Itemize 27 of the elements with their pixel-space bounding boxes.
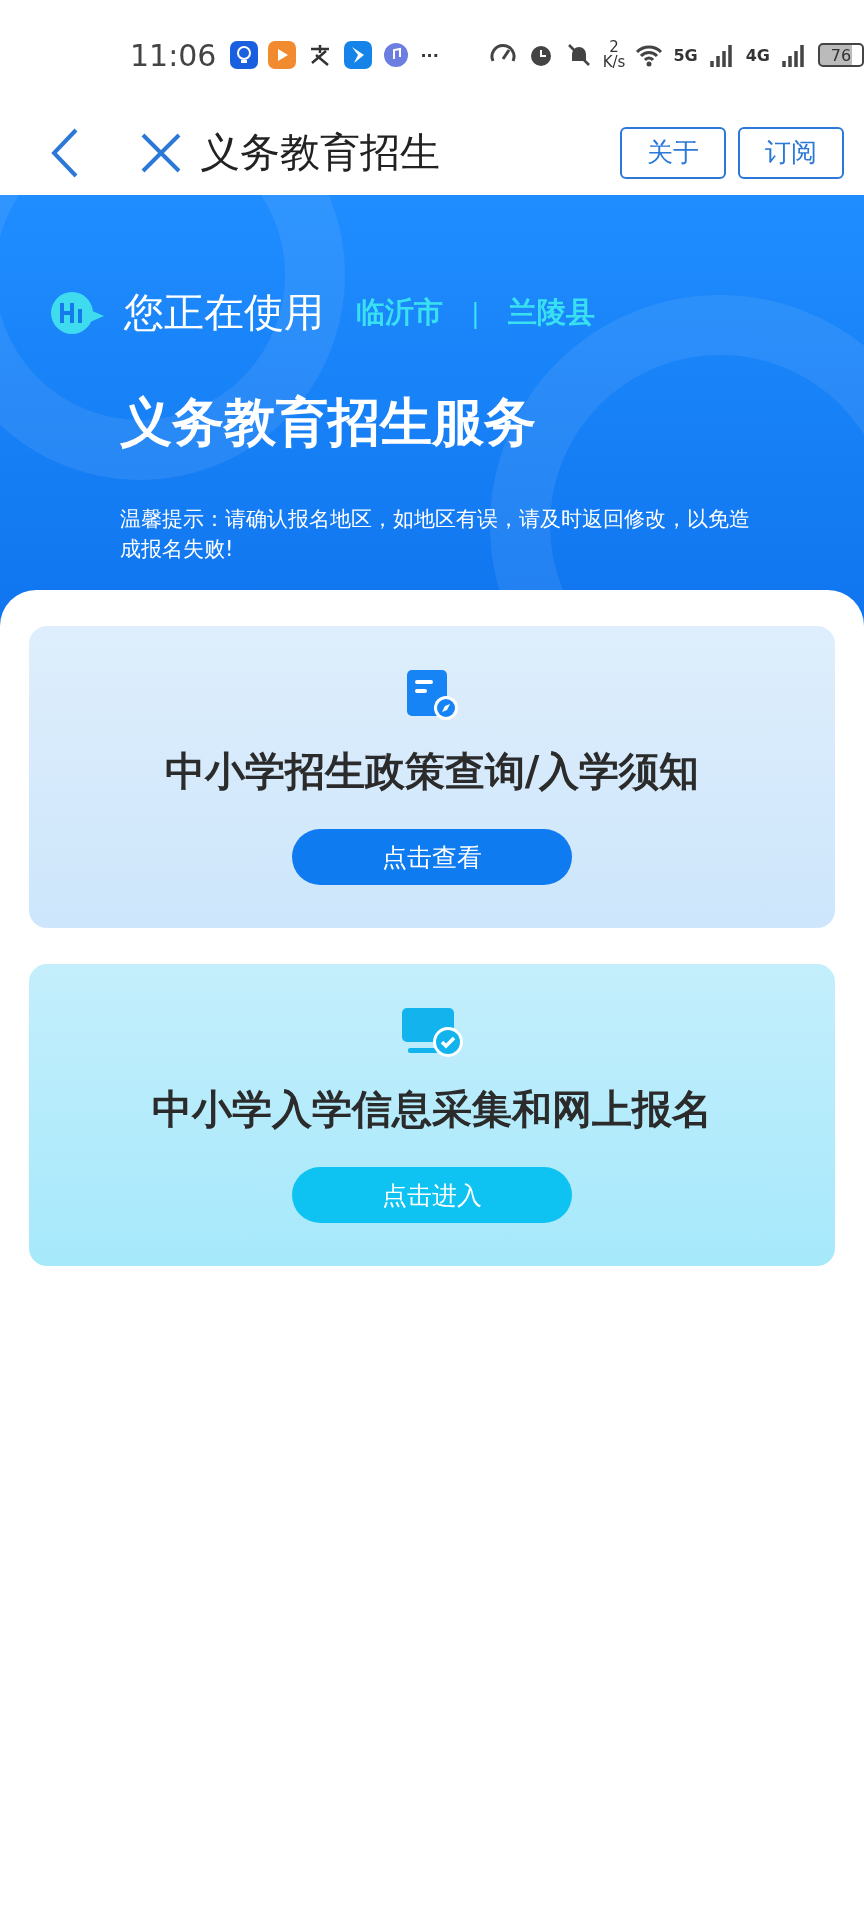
battery-level: 76	[817, 43, 864, 67]
music-app-icon	[382, 41, 411, 69]
greeting-text: 您正在使用	[124, 288, 324, 337]
header-button[interactable]: 订阅	[738, 126, 844, 179]
status-time: 11:06	[130, 37, 217, 73]
monitor-check-icon	[400, 1006, 464, 1060]
notice-text: 温馨提示：请确认报名地区，如地区有误，请及时返回修改，以免造成报名失败!	[120, 506, 751, 563]
more-notifications: ···	[420, 45, 439, 65]
network-speed-unit: K/s	[602, 55, 626, 70]
close-icon[interactable]	[140, 131, 182, 174]
city-name: 临沂市	[356, 293, 443, 331]
region-separator: |	[471, 297, 480, 328]
card-title: 中小学入学信息采集和网上报名	[152, 1085, 712, 1134]
bird-app-icon	[344, 41, 373, 69]
network-speed-value: 2	[609, 40, 619, 55]
back-icon[interactable]	[50, 126, 80, 179]
page-title: 义务教育招生	[200, 128, 441, 177]
card-title: 中小学招生政策查询/入学须知	[164, 747, 700, 796]
service-title: 义务教育招生服务	[120, 391, 537, 454]
header-button[interactable]: 关于	[620, 126, 726, 179]
network-type: 4G	[745, 45, 770, 65]
county-name: 兰陵县	[507, 293, 595, 331]
lightbulb-app-icon	[230, 41, 259, 69]
network-type: 5G	[673, 45, 698, 65]
card-button[interactable]: 点击查看	[292, 829, 572, 885]
document-compass-icon	[405, 668, 459, 722]
play-app-icon	[268, 41, 297, 69]
